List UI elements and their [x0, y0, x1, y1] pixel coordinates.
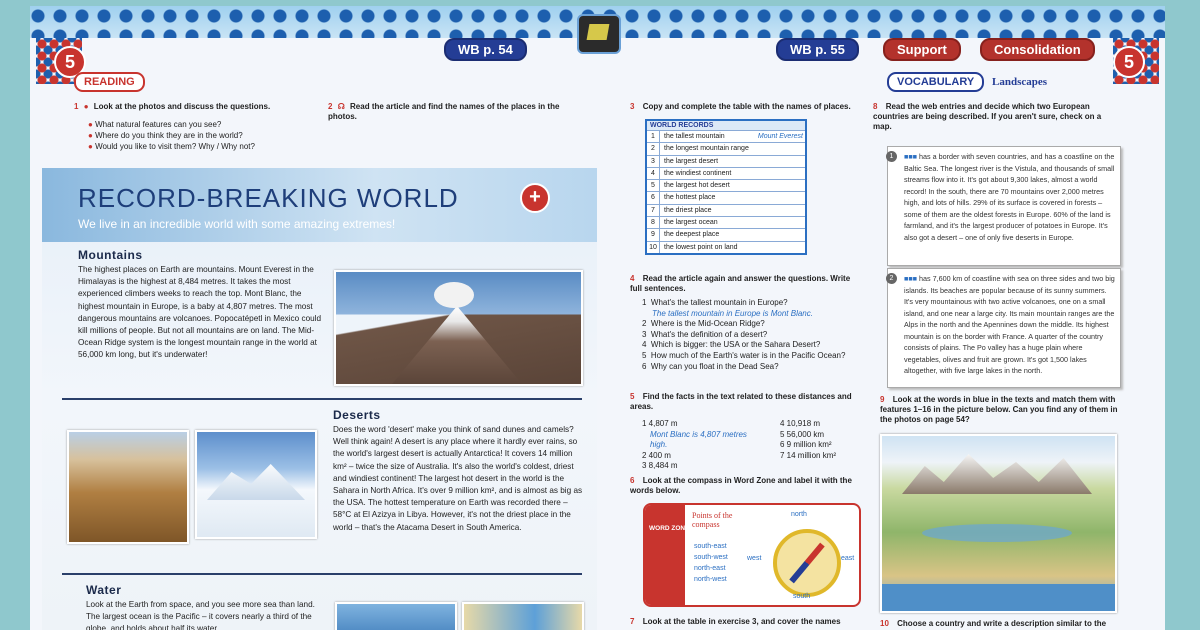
- landscape-illustration: [880, 434, 1117, 613]
- antarctica-photo: [195, 430, 317, 539]
- points-of-compass-title: Points of the compass: [692, 511, 733, 529]
- table-row: 6 the hottest place: [647, 191, 805, 204]
- exercise-9: 9 Look at the words in blue in the texts…: [880, 395, 1118, 424]
- question-item: 5 How much of the Earth's water is in th…: [642, 350, 846, 360]
- mountains-paragraph: The highest places on Earth are mountain…: [78, 265, 322, 360]
- volcano-photo: [334, 270, 583, 386]
- entry-number: 2: [886, 273, 897, 284]
- vocabulary-title: Landscapes: [992, 76, 1048, 88]
- question-item: 1 What's the tallest mountain in Europe?: [642, 298, 788, 307]
- exercise-10: 10 Choose a country and write a descript…: [880, 619, 1107, 628]
- exercise-5-right-list: 4 10,918 m 5 56,000 km 6 9 million km² 7…: [780, 419, 837, 460]
- section-heading-deserts: Deserts: [333, 408, 381, 422]
- exercise-2: 2 ☊ Read the article and find the names …: [328, 102, 573, 122]
- compass-south-label: south: [793, 593, 811, 600]
- question-item: 3 What's the definition of a desert?: [642, 329, 768, 339]
- compass-word-list: south-east south-west north-east north-w…: [694, 543, 728, 583]
- entry-number: 1: [886, 151, 897, 162]
- water-paragraph: Look at the Earth from space, and you se…: [86, 600, 315, 630]
- section-heading-mountains: Mountains: [78, 248, 143, 262]
- exercise-prompt: Read the article and find the names of t…: [328, 102, 560, 121]
- table-row: 4 the windiest continent: [647, 166, 805, 180]
- sand-dunes-photo: [67, 430, 189, 544]
- consolidation-button[interactable]: Consolidation: [980, 38, 1095, 61]
- bullet-item: ● Would you like to visit them? Why / Wh…: [88, 142, 255, 151]
- unit-number-right: 5: [1113, 46, 1145, 78]
- exercise-4: 4 Read the article again and answer the …: [630, 274, 851, 293]
- word-zone-label: WORD ZONE: [649, 525, 690, 532]
- exercise-7: 7 Look at the table in exercise 3, and c…: [630, 617, 841, 626]
- section-divider: [62, 573, 582, 575]
- compass-west-label: west: [747, 555, 762, 562]
- compass-icon: [773, 529, 841, 597]
- exercise-6: 6 Look at the compass in Word Zone and l…: [630, 476, 852, 495]
- exercise-5-left-list: 1 4,807 m Mont Blanc is 4,807 metres hig…: [642, 419, 747, 470]
- exercise-4-questions: 1 What's the tallest mountain in Europe?…: [642, 298, 867, 372]
- question-item: 4 Which is bigger: the USA or the Sahara…: [642, 340, 821, 350]
- entry-text: ■■■ has a border with seven countries, a…: [904, 152, 1115, 242]
- exercise-number: 2: [328, 102, 333, 111]
- table-row: 3 the largest desert: [647, 154, 805, 167]
- sea-photo: [335, 602, 457, 630]
- whiteboard-tool-icon[interactable]: [577, 14, 621, 54]
- table-row: 5 the largest hot desert: [647, 179, 805, 192]
- exercise-prompt: Look at the photos and discuss the quest…: [93, 102, 271, 111]
- table-row: 1 the tallest mountain Mount Everest: [647, 130, 805, 143]
- table-row: 8 the largest ocean: [647, 216, 805, 229]
- compass-east-label: east: [841, 555, 855, 562]
- entry-text: ■■■ has 7,600 km of coastline with sea o…: [904, 274, 1115, 375]
- expand-plus-icon[interactable]: +: [520, 183, 550, 213]
- reading-tag: READING: [74, 72, 145, 92]
- table-row: 10 the lowest point on land: [647, 240, 805, 253]
- word-zone-box: WORD ZONE Points of the compass south-ea…: [643, 503, 861, 607]
- speech-bubble-icon: ●: [83, 102, 89, 111]
- exercise-1: 1 ● Look at the photos and discuss the q…: [74, 102, 324, 112]
- word-zone-bar: [645, 505, 685, 605]
- map-photo: [462, 602, 584, 630]
- table-row: 7 the driest place: [647, 203, 805, 217]
- question-item: 6 Why can you float in the Dead Sea?: [642, 361, 779, 371]
- workbook-link-left[interactable]: WB p. 54: [444, 38, 527, 61]
- exercise-number: 1: [74, 102, 79, 111]
- section-divider: [62, 398, 582, 400]
- workbook-link-right[interactable]: WB p. 55: [776, 38, 859, 61]
- bullet-item: ● What natural features can you see?: [88, 120, 222, 129]
- exercise-8: 8 Read the web entries and decide which …: [873, 102, 1102, 131]
- world-records-table: WORLD RECORDS 1 the tallest mountain Mount…: [645, 119, 807, 255]
- table-row: 9 the deepest place: [647, 228, 805, 241]
- bullet-item: ● Where do you think they are in the wor…: [88, 131, 243, 140]
- article-panel: RECORD-BREAKING WORLD We live in an incr…: [42, 168, 597, 630]
- question-item: 2 Where is the Mid-Ocean Ridge?: [642, 319, 765, 329]
- example-answer: The tallest mountain in Europe is Mont B…: [652, 308, 813, 318]
- textbook-screen: 5 5 WB p. 54 WB p. 55 Support Consolidat…: [30, 6, 1165, 630]
- section-heading-water: Water: [86, 583, 122, 597]
- exercise-1-bullets: ● What natural features can you see? ● W…: [88, 119, 328, 152]
- table-row: 2 the longest mountain range: [647, 142, 805, 155]
- article-title: RECORD-BREAKING WORLD: [78, 183, 459, 213]
- compass-north-label: north: [791, 511, 807, 518]
- exercise-5: 5 Find the facts in the text related to …: [630, 392, 852, 411]
- web-entry-2: 2 ■■■ has 7,600 km of coastline with sea…: [886, 268, 1121, 388]
- support-button[interactable]: Support: [883, 38, 961, 61]
- vocabulary-tag: VOCABULARY: [887, 72, 985, 92]
- deserts-paragraph: Does the word 'desert' make you think of…: [333, 425, 583, 532]
- exercise-3: 3 Copy and complete the table with the n…: [630, 102, 851, 111]
- table-title: WORLD RECORDS: [647, 121, 805, 130]
- web-entry-1: 1 ■■■ has a border with seven countries,…: [886, 146, 1121, 266]
- article-subtitle: We live in an incredible world with some…: [78, 217, 396, 231]
- headphones-icon: ☊: [337, 102, 345, 111]
